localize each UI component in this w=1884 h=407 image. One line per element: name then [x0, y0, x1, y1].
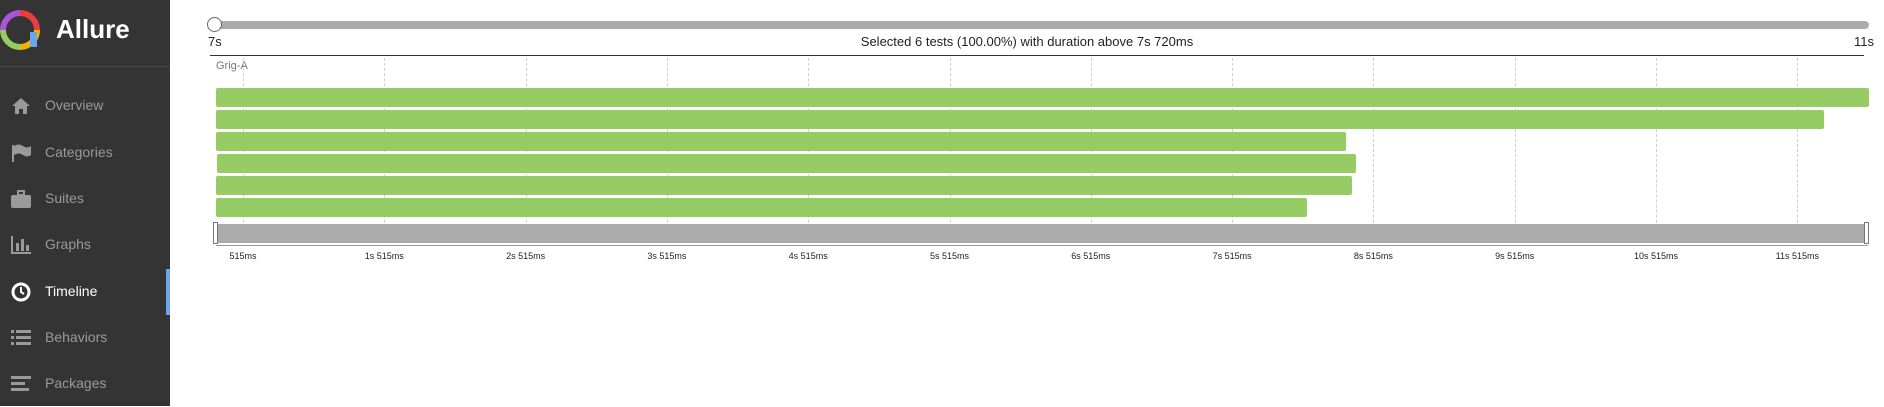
brush-left-handle[interactable]: [213, 222, 218, 244]
tick-label: 5s 515ms: [929, 251, 970, 261]
duration-slider-track[interactable]: [215, 21, 1869, 29]
test-duration-bar[interactable]: [216, 110, 1824, 129]
brand-title: Allure: [56, 14, 130, 44]
grid-line: [1514, 58, 1516, 243]
sidebar-item-label: Suites: [45, 190, 84, 206]
tick-label: 1s 515ms: [364, 251, 404, 261]
sidebar-item-label: Categories: [45, 144, 113, 160]
sidebar-item-label: Timeline: [45, 283, 98, 299]
tick-label: 9s 515ms: [1495, 251, 1535, 261]
grid-line: [1373, 58, 1375, 243]
sidebar: Allure Overview Categories Suites Graphs…: [0, 0, 170, 406]
sidebar-item-packages[interactable]: Packages: [0, 361, 170, 407]
sidebar-item-timeline[interactable]: Timeline: [0, 269, 170, 315]
sidebar-item-label: Packages: [45, 375, 107, 391]
tick-label: 11s 515ms: [1775, 251, 1819, 261]
flag-icon: [12, 144, 31, 162]
clock-icon: [11, 282, 31, 302]
sidebar-item-label: Behaviors: [45, 329, 108, 345]
time-axis: [216, 245, 1868, 246]
tick-label: 2s 515ms: [506, 251, 546, 261]
list-icon: [11, 330, 31, 345]
tick-label: 6s 515ms: [1071, 251, 1111, 261]
slider-max-label: 11s: [1854, 34, 1874, 49]
test-duration-bar[interactable]: [216, 132, 1347, 151]
test-duration-bar[interactable]: [216, 88, 1870, 107]
sidebar-item-categories[interactable]: Categories: [0, 130, 170, 176]
tick-label: 515ms: [229, 251, 257, 261]
grid-line: [1797, 58, 1799, 243]
brush-range[interactable]: [216, 224, 1868, 243]
allure-logo-icon: [0, 10, 40, 50]
tick-label: 4s 515ms: [788, 251, 828, 261]
tick-label: 10s 515ms: [1633, 251, 1679, 261]
duration-slider-handle[interactable]: [207, 17, 222, 32]
sidebar-item-behaviors[interactable]: Behaviors: [0, 315, 170, 361]
test-duration-bar[interactable]: [216, 198, 1307, 217]
test-duration-bar[interactable]: [217, 154, 1357, 173]
timeline-divider: [210, 55, 1864, 56]
test-duration-bar[interactable]: [216, 176, 1353, 195]
bar-chart-icon: [11, 236, 31, 254]
home-icon: [12, 98, 30, 114]
align-left-icon: [11, 376, 31, 391]
tick-label: 7s 515ms: [1212, 251, 1252, 261]
selection-summary: Selected 6 tests (100.00%) with duration…: [860, 34, 1194, 49]
sidebar-item-label: Graphs: [45, 236, 91, 252]
timeline-panel: 7s Selected 6 tests (100.00%) with durat…: [170, 0, 1884, 406]
sidebar-item-graphs[interactable]: Graphs: [0, 222, 170, 268]
briefcase-icon: [11, 190, 31, 208]
sidebar-item-label: Overview: [45, 97, 104, 113]
tick-label: 8s 515ms: [1353, 251, 1393, 261]
grid-line: [1656, 58, 1657, 243]
brush-right-handle[interactable]: [1864, 222, 1869, 244]
sidebar-item-suites[interactable]: Suites: [0, 176, 170, 222]
tick-label: 3s 515ms: [647, 251, 687, 261]
brand-header[interactable]: Allure: [0, 0, 170, 67]
sidebar-item-overview[interactable]: Overview: [0, 83, 170, 129]
